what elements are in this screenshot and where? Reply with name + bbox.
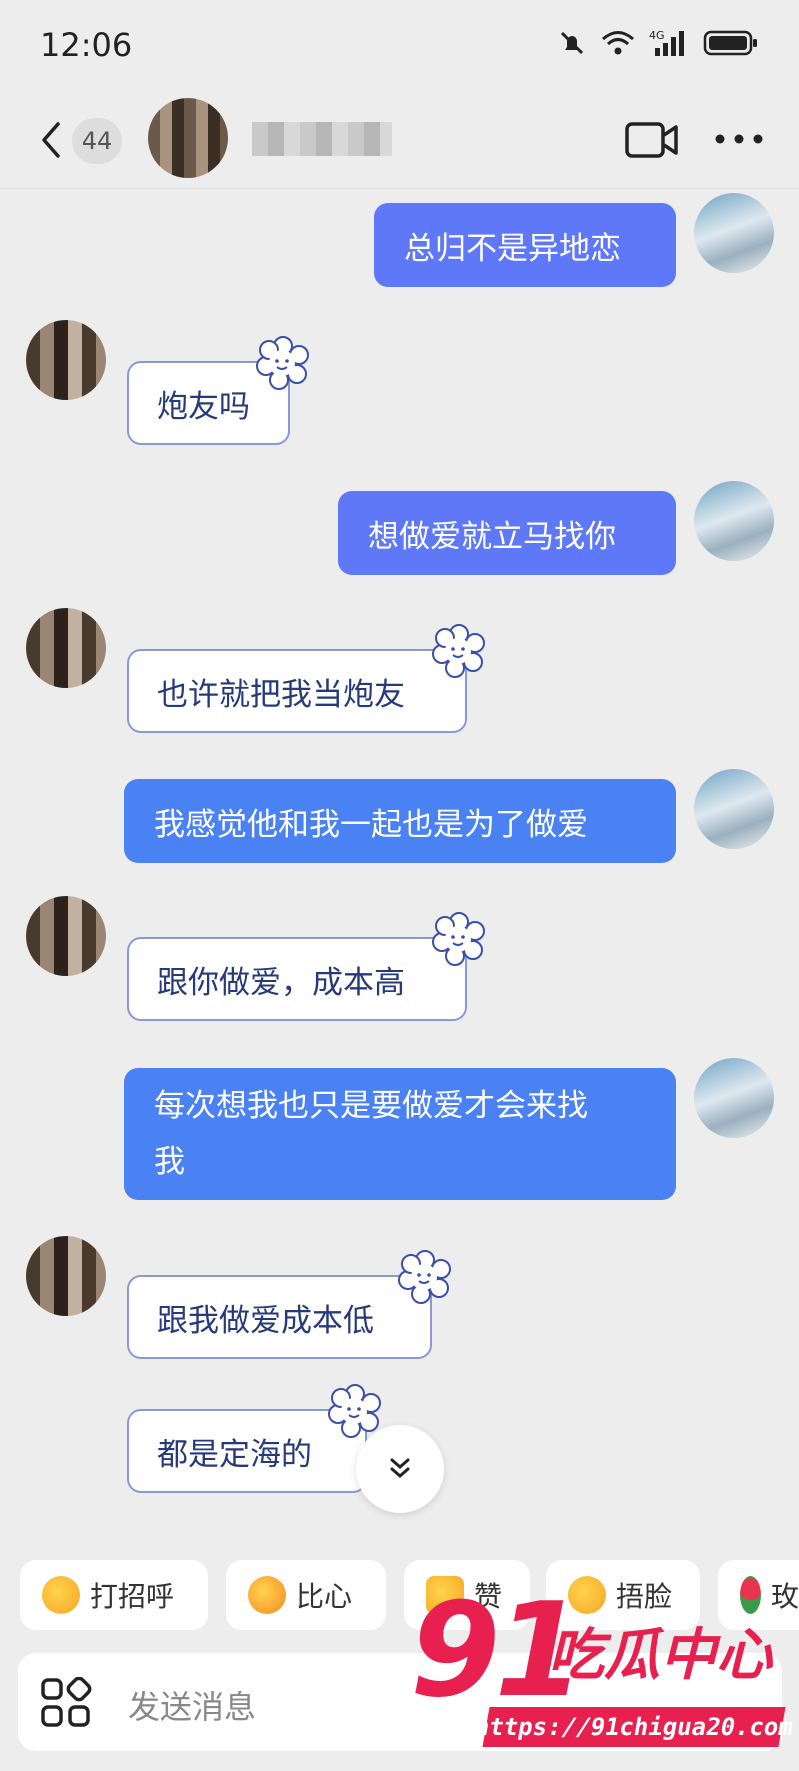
my-avatar[interactable] bbox=[694, 193, 774, 273]
contact-message-bubble[interactable]: 跟你做爱，成本高 bbox=[127, 937, 467, 1021]
quick-reply-greet[interactable]: 打招呼 bbox=[20, 1560, 208, 1630]
wifi-icon bbox=[602, 31, 634, 55]
signal-4g-icon: 4G bbox=[649, 29, 684, 56]
more-apps-button[interactable] bbox=[40, 1676, 92, 1733]
contact-message-avatar[interactable] bbox=[26, 320, 106, 400]
contact-message-bubble[interactable]: 跟我做爱成本低 bbox=[127, 1275, 432, 1359]
quick-reply-heart[interactable]: 比心 bbox=[226, 1560, 386, 1630]
more-dots-icon bbox=[715, 134, 763, 144]
message-line: 每次想我也只是要做爱才会来找 bbox=[154, 1088, 588, 1124]
quick-reply-label: 比心 bbox=[296, 1580, 353, 1613]
contact-message-avatar[interactable] bbox=[26, 608, 106, 688]
video-call-button[interactable] bbox=[624, 118, 680, 166]
apps-grid-icon bbox=[41, 1676, 92, 1727]
message-line: 我 bbox=[154, 1144, 185, 1180]
status-icons: 4G bbox=[557, 28, 759, 58]
flower-sticker-icon bbox=[256, 336, 309, 390]
contact-message-avatar[interactable] bbox=[26, 1236, 106, 1316]
flower-sticker-icon bbox=[398, 1250, 451, 1304]
watermark-text: 吃瓜中心 bbox=[548, 1623, 772, 1688]
svg-text:4G: 4G bbox=[649, 29, 665, 42]
chevron-left-icon bbox=[42, 122, 60, 158]
contact-message-avatar[interactable] bbox=[26, 896, 106, 976]
my-avatar[interactable] bbox=[694, 481, 774, 561]
my-message-bubble[interactable]: 想做爱就立马找你 bbox=[338, 491, 676, 575]
heart-hands-emoji-icon bbox=[248, 1576, 286, 1614]
my-message-bubble[interactable]: 我感觉他和我一起也是为了做爱 bbox=[124, 779, 676, 863]
back-button[interactable] bbox=[38, 118, 64, 166]
contact-avatar[interactable] bbox=[148, 98, 228, 178]
status-time: 12:06 bbox=[40, 26, 133, 64]
my-message-bubble[interactable]: 每次想我也只是要做爱才会来找 我 bbox=[124, 1068, 676, 1200]
my-avatar[interactable] bbox=[694, 769, 774, 849]
video-camera-icon bbox=[625, 122, 678, 158]
contact-name-blurred[interactable] bbox=[252, 122, 392, 156]
wave-emoji-icon bbox=[42, 1576, 80, 1614]
mute-bell-icon bbox=[560, 31, 584, 55]
flower-sticker-icon bbox=[432, 912, 485, 966]
flower-sticker-icon bbox=[432, 624, 485, 678]
quick-reply-label: 捂脸 bbox=[616, 1580, 673, 1613]
quick-reply-rose[interactable]: 玫 bbox=[718, 1560, 799, 1630]
unread-count-badge[interactable]: 44 bbox=[72, 118, 122, 164]
message-input[interactable]: 发送消息 bbox=[128, 1682, 256, 1728]
quick-reply-label: 玫 bbox=[770, 1580, 799, 1613]
battery-icon bbox=[703, 30, 757, 56]
more-options-button[interactable] bbox=[714, 124, 764, 158]
contact-message-bubble[interactable]: 也许就把我当炮友 bbox=[127, 649, 467, 733]
double-chevron-down-icon bbox=[390, 1458, 410, 1478]
rose-emoji-icon bbox=[740, 1576, 761, 1614]
my-avatar[interactable] bbox=[694, 1058, 774, 1138]
watermark-url: https://91chigua20.com bbox=[473, 1707, 795, 1747]
quick-reply-label: 打招呼 bbox=[90, 1580, 175, 1613]
my-message-bubble[interactable]: 总归不是异地恋 bbox=[374, 203, 676, 287]
scroll-to-bottom-button[interactable] bbox=[356, 1425, 444, 1513]
